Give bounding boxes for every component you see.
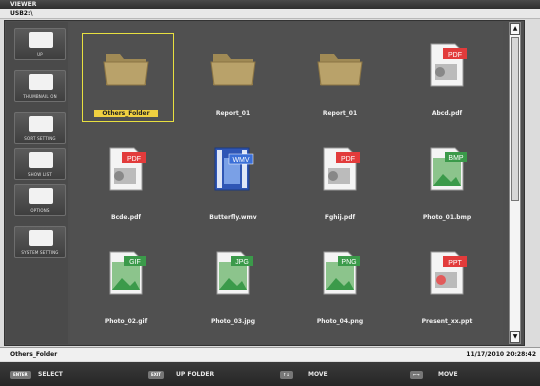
- svg-text:JPG: JPG: [235, 259, 249, 266]
- file-name: Butterfly.wmv: [209, 214, 257, 221]
- file-item[interactable]: JPG Photo_03.jpg: [181, 236, 285, 336]
- folder-file-icon: [102, 40, 150, 90]
- svg-text:PDF: PDF: [448, 52, 462, 59]
- sidebar-button-label: UP: [37, 52, 43, 57]
- svg-text:PDF: PDF: [341, 156, 355, 163]
- file-name: Bcde.pdf: [111, 214, 141, 221]
- file-grid: Others_Folder Report_01 Report_01 PDF Ab…: [70, 22, 503, 344]
- file-item[interactable]: WMV Butterfly.wmv: [181, 132, 285, 232]
- help-text: SELECT: [38, 371, 63, 378]
- help-text: MOVE: [308, 371, 328, 378]
- pdf-file-icon: PDF: [423, 40, 471, 90]
- wmv-file-icon: WMV: [209, 144, 257, 194]
- file-item[interactable]: BMP Photo_01.bmp: [395, 132, 499, 232]
- svg-text:BMP: BMP: [448, 155, 464, 162]
- folder-file-icon: [316, 40, 364, 90]
- date-time: 11/17/2010 20:28:42: [466, 351, 536, 358]
- file-item[interactable]: GIF Photo_02.gif: [74, 236, 178, 336]
- scrollbar[interactable]: ▲ ▼: [509, 22, 521, 344]
- window-title: VIEWER: [0, 0, 540, 9]
- tools-icon: [29, 188, 53, 204]
- file-name: Present_xx.ppt: [421, 318, 473, 325]
- help-text: UP FOLDER: [176, 371, 215, 378]
- file-name: Photo_01.bmp: [422, 214, 472, 221]
- file-item[interactable]: PDF Bcde.pdf: [74, 132, 178, 232]
- scroll-up-arrow-icon[interactable]: ▲: [510, 23, 520, 35]
- sidebar-button-label: SHOW LIST: [27, 172, 53, 177]
- file-name: Report_01: [322, 110, 358, 117]
- svg-text:PNG: PNG: [341, 259, 356, 266]
- sidebar-button-options[interactable]: OPTIONS: [14, 184, 66, 216]
- scroll-down-arrow-icon[interactable]: ▼: [510, 331, 520, 343]
- selected-item-name: Others_Folder: [10, 351, 58, 358]
- file-name: Photo_02.gif: [104, 318, 148, 325]
- sidebar-button-label: THUMBNAIL ON: [23, 94, 57, 99]
- sidebar-button-label: SORT SETTING: [24, 136, 56, 141]
- sidebar-button-label: OPTIONS: [30, 208, 50, 213]
- help-text: MOVE: [438, 371, 458, 378]
- status-bar: Others_Folder 11/17/2010 20:28:42: [0, 347, 540, 361]
- sidebar-button-up[interactable]: UP: [14, 28, 66, 60]
- image-file-icon: PNG: [316, 248, 364, 298]
- folder-file-icon: [209, 40, 257, 90]
- file-name: Report_01: [215, 110, 251, 117]
- file-name: Photo_04.png: [316, 318, 364, 325]
- list-icon: [29, 152, 53, 168]
- ppt-file-icon: PPT: [423, 248, 471, 298]
- svg-text:PPT: PPT: [448, 260, 462, 267]
- file-item[interactable]: Others_Folder: [74, 28, 178, 128]
- svg-text:PDF: PDF: [127, 156, 141, 163]
- help-bar: ENTER SELECT EXIT UP FOLDER ↑↓ MOVE ←→ MOVE: [0, 362, 540, 386]
- thumbnail-icon: [29, 74, 53, 90]
- sidebar-button-label: SYSTEM SETTING: [21, 250, 59, 255]
- file-name: Others_Folder: [94, 110, 158, 117]
- sort-icon: [29, 116, 53, 132]
- sidebar-button-thumbnail-on[interactable]: THUMBNAIL ON: [14, 70, 66, 102]
- file-item[interactable]: PDF Fghij.pdf: [288, 132, 392, 232]
- sidebar: UP THUMBNAIL ON SORT SETTING SHOW LIST OPTIO…: [6, 22, 68, 344]
- sidebar-button-show-list[interactable]: SHOW LIST: [14, 148, 66, 180]
- file-name: Fghij.pdf: [324, 214, 356, 221]
- svg-text:GIF: GIF: [129, 259, 141, 266]
- help-key: EXIT: [148, 371, 165, 379]
- file-name: Photo_03.jpg: [210, 318, 256, 325]
- file-item[interactable]: PNG Photo_04.png: [288, 236, 392, 336]
- pdf-file-icon: PDF: [102, 144, 150, 194]
- image-file-icon: BMP: [423, 144, 471, 194]
- image-file-icon: GIF: [102, 248, 150, 298]
- help-key: ←→: [410, 371, 423, 379]
- current-path: USB2:\: [0, 9, 540, 19]
- scroll-thumb[interactable]: [511, 37, 519, 201]
- file-item[interactable]: PPT Present_xx.ppt: [395, 236, 499, 336]
- svg-text:WMV: WMV: [232, 157, 249, 164]
- up-folder-icon: [29, 32, 53, 48]
- file-item[interactable]: Report_01: [288, 28, 392, 128]
- file-item[interactable]: Report_01: [181, 28, 285, 128]
- help-key: ENTER: [10, 371, 31, 379]
- file-item[interactable]: PDF Abcd.pdf: [395, 28, 499, 128]
- pdf-file-icon: PDF: [316, 144, 364, 194]
- sidebar-button-system-setting[interactable]: SYSTEM SETTING: [14, 226, 66, 258]
- sidebar-button-sort-setting[interactable]: SORT SETTING: [14, 112, 66, 144]
- help-key: ↑↓: [280, 371, 293, 379]
- system-setting-icon: [29, 230, 53, 246]
- file-name: Abcd.pdf: [431, 110, 463, 117]
- image-file-icon: JPG: [209, 248, 257, 298]
